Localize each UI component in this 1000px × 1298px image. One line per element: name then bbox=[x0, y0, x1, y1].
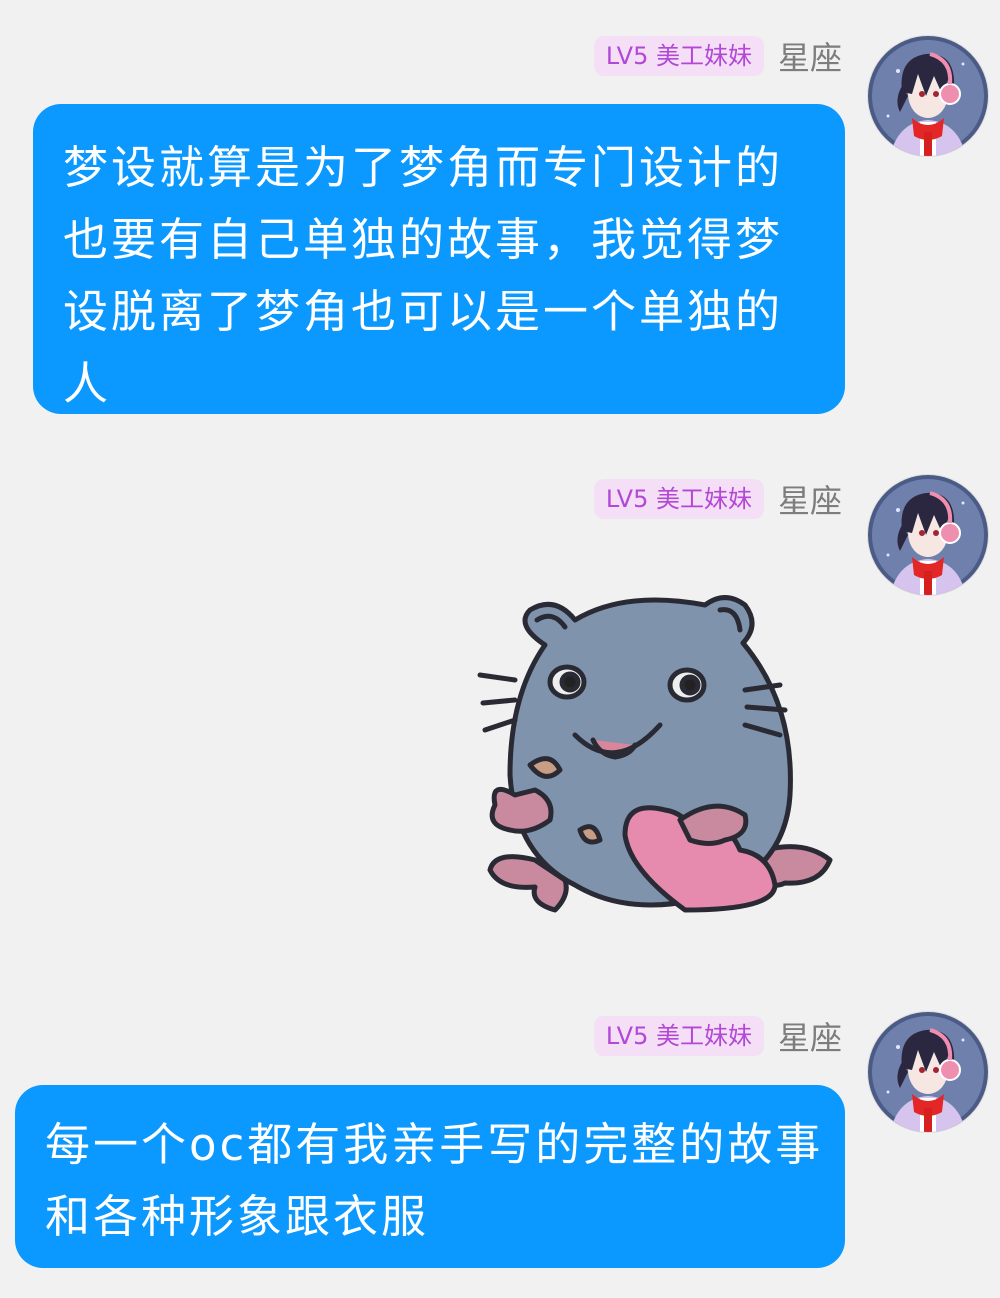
blue-seal-holding-heart-sticker bbox=[477, 595, 833, 913]
avatar[interactable] bbox=[868, 475, 988, 595]
user-level-badge: LV5 美工妹妹 bbox=[593, 36, 764, 76]
avatar-icon bbox=[868, 1012, 988, 1132]
user-level-badge: LV5 美工妹妹 bbox=[593, 479, 764, 519]
avatar-icon bbox=[868, 36, 988, 156]
message-bubble[interactable]: 每一个oc都有我亲手写的完整的故事和各种形象跟衣服 bbox=[15, 1085, 845, 1268]
sticker-image[interactable] bbox=[475, 585, 840, 925]
message-header: LV5 美工妹妹 星座 bbox=[593, 476, 842, 522]
sender-name[interactable]: 星座 bbox=[778, 476, 842, 522]
avatar-icon bbox=[868, 475, 988, 595]
sender-name[interactable]: 星座 bbox=[778, 33, 842, 79]
avatar[interactable] bbox=[868, 36, 988, 156]
message-bubble[interactable]: 梦设就算是为了梦角而专门设计的也要有自己单独的故事，我觉得梦设脱离了梦角也可以是… bbox=[33, 104, 845, 414]
message-header: LV5 美工妹妹 星座 bbox=[593, 33, 842, 79]
avatar[interactable] bbox=[868, 1012, 988, 1132]
message-header: LV5 美工妹妹 星座 bbox=[593, 1013, 842, 1059]
user-level-badge: LV5 美工妹妹 bbox=[593, 1016, 764, 1056]
sender-name[interactable]: 星座 bbox=[778, 1013, 842, 1059]
